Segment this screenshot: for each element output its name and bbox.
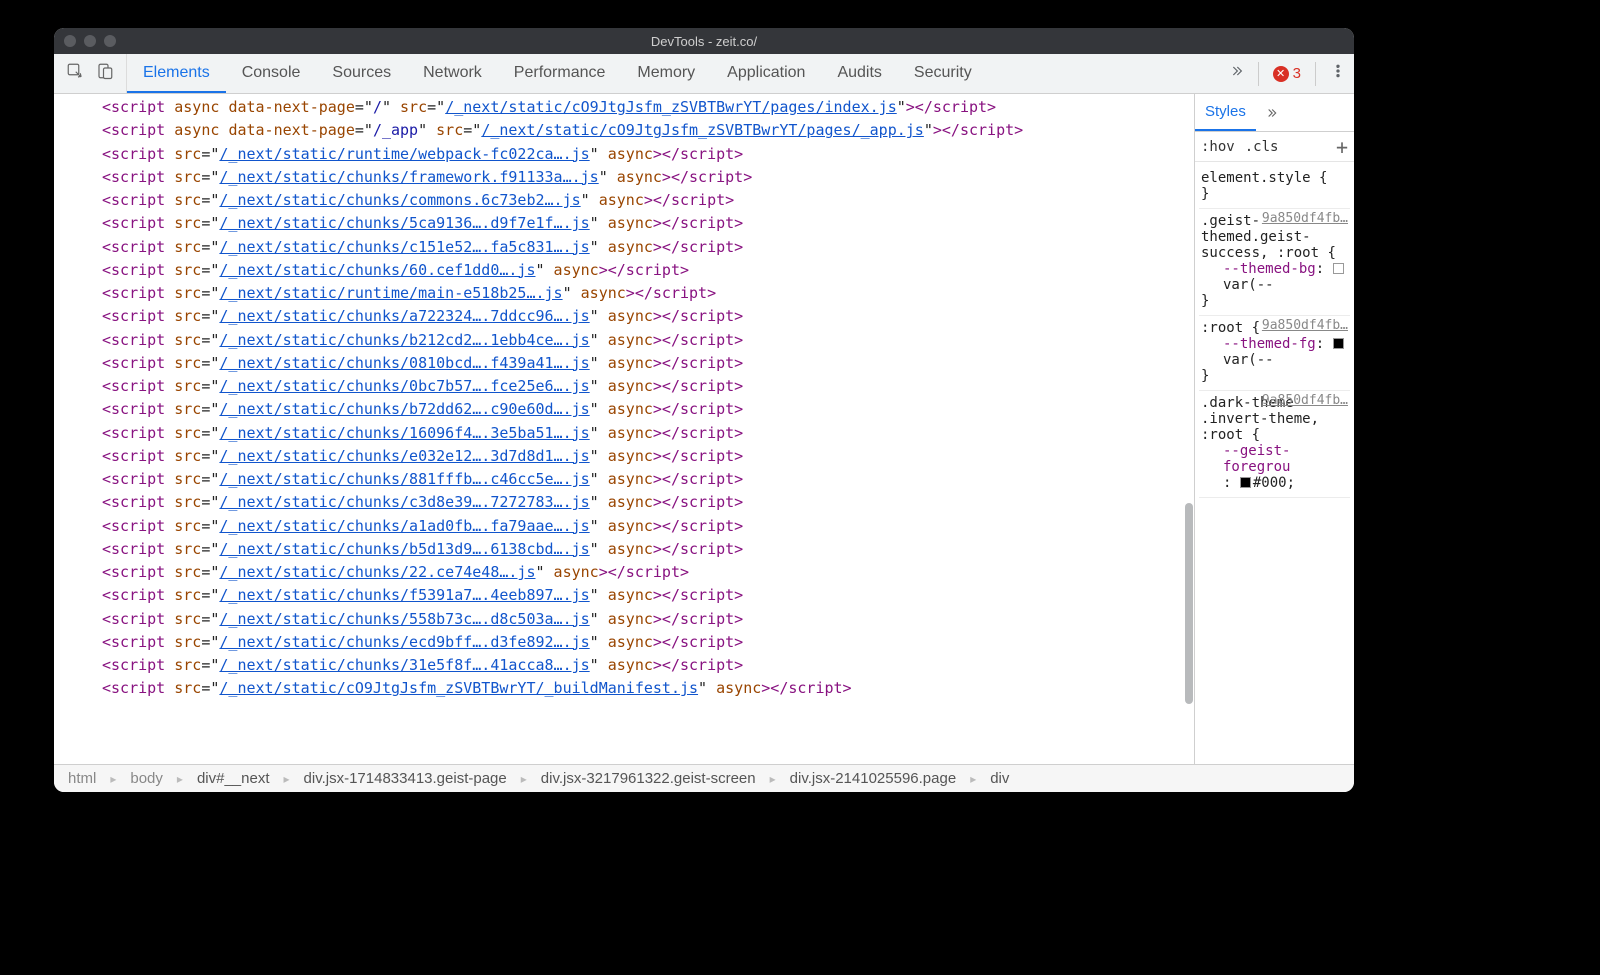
- tab-application[interactable]: Application: [711, 54, 821, 93]
- tab-styles[interactable]: Styles: [1195, 94, 1256, 131]
- close-window-icon[interactable]: [64, 35, 76, 47]
- dom-node[interactable]: <script src="/_next/static/chunks/881fff…: [54, 468, 1194, 491]
- more-tabs-icon[interactable]: [1228, 63, 1244, 84]
- dom-node[interactable]: <script src="/_next/static/chunks/5ca913…: [54, 212, 1194, 235]
- dom-node[interactable]: <script async data-next-page="/" src="/_…: [54, 96, 1194, 119]
- breadcrumb-item[interactable]: div#__next: [189, 768, 278, 789]
- breadcrumb-item[interactable]: html: [60, 768, 104, 789]
- dom-node[interactable]: <script src="/_next/static/chunks/a1ad0f…: [54, 515, 1194, 538]
- breadcrumb-item[interactable]: div: [982, 768, 1017, 789]
- breadcrumb-separator: ▸: [521, 772, 527, 786]
- dom-node[interactable]: <script src="/_next/static/chunks/b5d13d…: [54, 538, 1194, 561]
- tab-audits[interactable]: Audits: [821, 54, 897, 93]
- dom-scrollbar[interactable]: [1184, 94, 1194, 764]
- devtools-tabbar: ElementsConsoleSourcesNetworkPerformance…: [54, 54, 1354, 94]
- breadcrumb-separator: ▸: [284, 772, 290, 786]
- breadcrumb-separator: ▸: [177, 772, 183, 786]
- dom-node[interactable]: <script src="/_next/static/chunks/0bc7b5…: [54, 375, 1194, 398]
- dom-node[interactable]: <script src="/_next/static/chunks/22.ce7…: [54, 561, 1194, 584]
- dom-node[interactable]: <script src="/_next/static/chunks/b212cd…: [54, 329, 1194, 352]
- dom-node[interactable]: <script src="/_next/static/chunks/common…: [54, 189, 1194, 212]
- inspect-element-icon[interactable]: [66, 62, 84, 85]
- dom-node[interactable]: <script src="/_next/static/chunks/f5391a…: [54, 584, 1194, 607]
- breadcrumb-item[interactable]: div.jsx-3217961322.geist-screen: [533, 768, 764, 789]
- dom-node[interactable]: <script src="/_next/static/chunks/ecd9bf…: [54, 631, 1194, 654]
- separator: [1315, 62, 1316, 86]
- dom-node[interactable]: <script src="/_next/static/runtime/main-…: [54, 282, 1194, 305]
- breadcrumb-item[interactable]: div.jsx-1714833413.geist-page: [296, 768, 515, 789]
- tab-elements[interactable]: Elements: [127, 54, 226, 93]
- minimize-window-icon[interactable]: [84, 35, 96, 47]
- error-icon: ✕: [1273, 66, 1289, 82]
- tab-console[interactable]: Console: [226, 54, 317, 93]
- dom-node[interactable]: <script src="/_next/static/runtime/webpa…: [54, 143, 1194, 166]
- tab-security[interactable]: Security: [898, 54, 988, 93]
- dom-node[interactable]: <script src="/_next/static/chunks/60.cef…: [54, 259, 1194, 282]
- new-style-rule-icon[interactable]: +: [1336, 135, 1348, 159]
- dom-node[interactable]: <script src="/_next/static/cO9JtgJsfm_zS…: [54, 677, 1194, 700]
- breadcrumb-item[interactable]: div.jsx-2141025596.page: [782, 768, 965, 789]
- breadcrumb-item[interactable]: body: [122, 768, 171, 789]
- dom-node[interactable]: <script src="/_next/static/chunks/16096f…: [54, 422, 1194, 445]
- dom-node[interactable]: <script src="/_next/static/chunks/31e5f8…: [54, 654, 1194, 677]
- style-rule[interactable]: 9a850df4fb….geist-themed.geist-success, …: [1199, 209, 1350, 316]
- dom-node[interactable]: <script src="/_next/static/chunks/framew…: [54, 166, 1194, 189]
- rule-source-link[interactable]: 9a850df4fb…: [1262, 318, 1348, 333]
- dom-node[interactable]: <script src="/_next/static/chunks/0810bc…: [54, 352, 1194, 375]
- traffic-lights: [64, 35, 116, 47]
- elements-dom-tree[interactable]: <script async data-next-page="/" src="/_…: [54, 94, 1194, 764]
- tab-performance[interactable]: Performance: [498, 54, 622, 93]
- dom-node[interactable]: <script src="/_next/static/chunks/b72dd6…: [54, 398, 1194, 421]
- style-rule[interactable]: 9a850df4fb…:root {--themed-fg: var(--}: [1199, 316, 1350, 391]
- hover-toggle[interactable]: :hov: [1201, 139, 1235, 155]
- separator: [1258, 62, 1259, 86]
- rule-source-link[interactable]: 9a850df4fb…: [1262, 393, 1348, 408]
- error-count-value: 3: [1293, 65, 1301, 82]
- breadcrumb-separator: ▸: [970, 772, 976, 786]
- tab-memory[interactable]: Memory: [621, 54, 711, 93]
- tab-network[interactable]: Network: [407, 54, 498, 93]
- tab-sources[interactable]: Sources: [316, 54, 407, 93]
- dom-node[interactable]: <script src="/_next/static/chunks/e032e1…: [54, 445, 1194, 468]
- dom-node[interactable]: <script src="/_next/static/chunks/c151e5…: [54, 236, 1194, 259]
- dom-node[interactable]: <script src="/_next/static/chunks/a72232…: [54, 305, 1194, 328]
- style-rule[interactable]: element.style {}: [1199, 166, 1350, 209]
- more-panes-icon[interactable]: [1256, 94, 1286, 131]
- window-titlebar: DevTools - zeit.co/: [54, 28, 1354, 54]
- styles-pane: Styles :hov .cls + element.style {}9a850…: [1194, 94, 1354, 764]
- rule-source-link[interactable]: 9a850df4fb…: [1262, 211, 1348, 226]
- dom-node[interactable]: <script src="/_next/static/chunks/558b73…: [54, 608, 1194, 631]
- breadcrumb-separator: ▸: [110, 772, 116, 786]
- settings-menu-icon[interactable]: [1330, 63, 1346, 84]
- error-count[interactable]: ✕ 3: [1273, 65, 1301, 82]
- dom-node[interactable]: <script async data-next-page="/_app" src…: [54, 119, 1194, 142]
- style-rule[interactable]: 9a850df4fb….dark-theme .invert-theme, :r…: [1199, 391, 1350, 498]
- dom-node[interactable]: <script src="/_next/static/chunks/c3d8e3…: [54, 491, 1194, 514]
- device-toolbar-icon[interactable]: [96, 62, 114, 85]
- breadcrumb-separator: ▸: [770, 772, 776, 786]
- breadcrumb[interactable]: html ▸ body ▸ div#__next ▸ div.jsx-1714833413.…: [54, 764, 1354, 792]
- window-title: DevTools - zeit.co/: [651, 34, 757, 49]
- zoom-window-icon[interactable]: [104, 35, 116, 47]
- class-toggle[interactable]: .cls: [1245, 139, 1279, 155]
